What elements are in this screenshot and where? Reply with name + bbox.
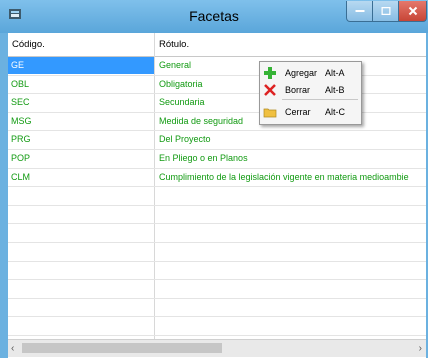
menu-item-label: Cerrar (285, 107, 311, 117)
menu-item-label: Borrar (285, 85, 311, 95)
cell-code: MSG (11, 115, 32, 126)
add-icon (264, 67, 276, 79)
cell-label: Medida de seguridad (159, 115, 244, 126)
column-header-code[interactable]: Código. (12, 39, 45, 50)
folder-icon (263, 108, 277, 118)
grid-rows: GE General OBL Obligatoria SEC Secundaria MSG M… (8, 57, 426, 336)
minimize-icon (355, 10, 364, 12)
table-row[interactable] (8, 224, 426, 243)
close-icon (408, 6, 417, 16)
menu-separator (282, 99, 358, 100)
table-row[interactable] (8, 187, 426, 206)
title-bar[interactable]: Facetas (0, 0, 428, 33)
cell-code: GE (8, 57, 154, 74)
menu-item-borrar[interactable]: Borrar Alt-B (260, 82, 361, 99)
menu-item-agregar[interactable]: Agregar Alt-A (260, 65, 361, 82)
maximize-button[interactable] (373, 1, 399, 22)
close-button[interactable] (399, 1, 427, 22)
table-row[interactable] (8, 317, 426, 336)
minimize-button[interactable] (346, 1, 373, 22)
scrollbar-thumb[interactable] (22, 343, 222, 353)
cell-code: PRG (11, 134, 31, 145)
menu-item-shortcut: Alt-C (325, 107, 345, 117)
cell-label: General (159, 60, 192, 70)
context-menu: Agregar Alt-A Borrar Alt-B Cerrar Alt-C (259, 61, 362, 125)
delete-icon (264, 84, 276, 96)
table-row[interactable] (8, 262, 426, 281)
table-row[interactable] (8, 243, 426, 262)
cell-label: En Pliego o en Planos (159, 152, 248, 163)
table-row[interactable] (8, 280, 426, 299)
cell-label: Del Proyecto (159, 134, 211, 145)
column-header-label[interactable]: Rótulo. (159, 39, 189, 50)
table-row[interactable]: MSG Medida de seguridad (8, 113, 426, 132)
scroll-left-icon[interactable]: ‹ (11, 343, 14, 354)
cell-label: Secundaria (159, 97, 205, 108)
scroll-right-icon[interactable]: › (419, 343, 422, 354)
table-row[interactable]: PRG Del Proyecto (8, 131, 426, 150)
cell-label: Obligatoria (159, 78, 203, 89)
table-row[interactable]: CLM Cumplimiento de la legislación vigent… (8, 169, 426, 188)
table-row[interactable]: GE General (8, 57, 426, 76)
grid-header: Código. Rótulo. (8, 33, 426, 57)
table-row[interactable]: SEC Secundaria (8, 94, 426, 113)
menu-item-label: Agregar (285, 68, 318, 78)
cell-code: CLM (11, 171, 31, 182)
cell-code: OBL (11, 78, 30, 89)
table-row[interactable]: POP En Pliego o en Planos (8, 150, 426, 169)
maximize-icon (381, 7, 390, 15)
window-frame-left (0, 33, 8, 358)
cell-label: Cumplimiento de la legislación vigente e… (159, 171, 409, 182)
table-row[interactable] (8, 206, 426, 225)
menu-item-shortcut: Alt-A (325, 68, 345, 78)
horizontal-scrollbar[interactable]: ‹ › (8, 339, 426, 357)
menu-item-cerrar[interactable]: Cerrar Alt-C (260, 104, 361, 121)
table-row[interactable] (8, 299, 426, 318)
facets-grid[interactable]: Código. Rótulo. GE General OBL Obligatoria S… (8, 33, 426, 358)
table-row[interactable]: OBL Obligatoria (8, 76, 426, 95)
menu-item-shortcut: Alt-B (325, 85, 345, 95)
cell-code: POP (11, 152, 31, 163)
cell-code: SEC (11, 97, 30, 108)
